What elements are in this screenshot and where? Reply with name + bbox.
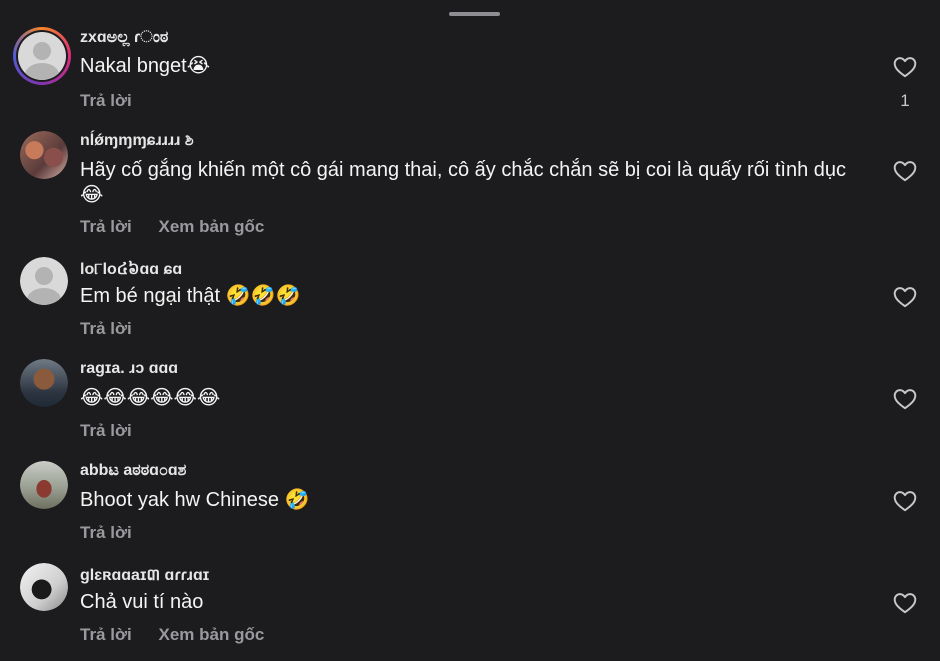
comment-actions: Trả lời Xem bản gốc	[80, 625, 286, 645]
comment-text: Chả vui tí nào	[80, 591, 204, 613]
like-button[interactable]	[892, 386, 918, 412]
avatar[interactable]	[20, 461, 68, 509]
reply-button[interactable]: Trả lời	[80, 319, 132, 338]
group-photo-avatar	[20, 131, 68, 179]
like-count: 1	[900, 91, 910, 110]
see-original-button[interactable]: Xem bản gốc	[159, 625, 265, 644]
avatar[interactable]	[20, 359, 68, 407]
heart-outline-icon	[893, 593, 917, 614]
comment-text: 😂😂😂😂😂😂	[80, 387, 221, 409]
comment-username[interactable]: nĺǿɱɱɱɕɹɹɹɹ ಶಿ	[80, 132, 194, 150]
heart-outline-icon	[893, 287, 917, 308]
comment-username[interactable]: lo୮lo៤៦ɑɑ ɕɑ	[80, 258, 182, 282]
reply-button[interactable]: Trả lời	[80, 91, 132, 110]
story-ring	[16, 30, 68, 82]
default-avatar-icon	[20, 257, 68, 305]
comment-username[interactable]: zxɑಅಲ್ಲ ɾಂಠ	[80, 29, 168, 47]
comment-text: Em bé ngại thật 🤣🤣🤣	[80, 285, 301, 307]
heart-outline-icon	[893, 57, 917, 78]
comment-actions: Trả lời	[80, 523, 154, 543]
avatar[interactable]	[20, 131, 68, 179]
comment-username[interactable]: glɛʀɑɑaɪ៣ ɑɾɾɹɑɪ	[80, 564, 209, 588]
outdoor-photo-avatar	[20, 461, 68, 509]
comment-text: Hãy cố gắng khiến một cô gái mang thai, …	[80, 159, 846, 206]
comment-actions: Trả lời	[80, 91, 154, 111]
avatar[interactable]	[13, 27, 71, 85]
like-button[interactable]	[892, 54, 918, 80]
avatar[interactable]	[20, 257, 68, 305]
like-button[interactable]	[892, 590, 918, 616]
sheet-grabber[interactable]	[449, 12, 500, 16]
comment-text: Bhoot yak hw Chinese 🤣	[80, 489, 310, 511]
comment-username[interactable]: ragɪa. ɹɔ ɑɑɑ	[80, 360, 178, 378]
reply-button[interactable]: Trả lời	[80, 421, 132, 440]
boy-photo-avatar	[20, 359, 68, 407]
see-original-button[interactable]: Xem bản gốc	[159, 217, 265, 236]
reply-button[interactable]: Trả lời	[80, 217, 132, 236]
heart-outline-icon	[893, 389, 917, 410]
default-avatar-icon	[18, 32, 66, 80]
like-button[interactable]	[892, 488, 918, 514]
reply-button[interactable]: Trả lời	[80, 523, 132, 542]
comment-actions: Trả lời Xem bản gốc	[80, 217, 286, 237]
heart-outline-icon	[893, 161, 917, 182]
comment-actions: Trả lời	[80, 421, 154, 441]
like-button[interactable]	[892, 158, 918, 184]
like-button[interactable]	[892, 284, 918, 310]
heart-outline-icon	[893, 491, 917, 512]
avatar[interactable]	[20, 563, 68, 611]
comment-actions: Trả lời	[80, 319, 154, 339]
comment-text: Nakal bnget😭	[80, 55, 211, 77]
reply-button[interactable]: Trả lời	[80, 625, 132, 644]
bw-photo-avatar	[20, 563, 68, 611]
comment-username[interactable]: abbಟ aಠಠɑ೦ɑಶ	[80, 462, 186, 480]
